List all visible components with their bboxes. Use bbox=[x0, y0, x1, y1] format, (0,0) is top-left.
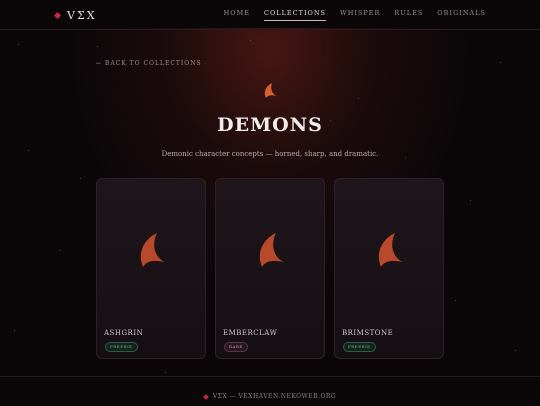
status-badge: FREEBIE bbox=[105, 342, 138, 352]
nav-links: HOME COLLECTIONS WHISPER RULES ORIGINALS bbox=[210, 9, 486, 21]
horn-icon bbox=[378, 233, 403, 267]
horn-icon bbox=[140, 233, 165, 267]
footer-line: VΣX — VEXHAVEN.NEKOWEB.ORG bbox=[0, 393, 540, 400]
nav-link-whisper[interactable]: WHISPER bbox=[340, 9, 380, 21]
page-subtitle: Demonic character concepts — horned, sha… bbox=[161, 150, 379, 158]
footer: VΣX — VEXHAVEN.NEKOWEB.ORG bbox=[0, 376, 540, 406]
horn-icon bbox=[264, 83, 277, 98]
back-to-collections-link[interactable]: ← BACK TO COLLECTIONS bbox=[96, 60, 202, 67]
diamond-icon bbox=[202, 393, 209, 400]
card-title: EMBERCLAW bbox=[223, 329, 278, 337]
character-card-ashgrin[interactable]: ASHGRIN FREEBIE bbox=[96, 178, 206, 359]
nav-link-home[interactable]: HOME bbox=[224, 9, 250, 21]
card-title: BRIMSTONE bbox=[342, 329, 394, 337]
top-nav: VΣX HOME COLLECTIONS WHISPER RULES ORIGI… bbox=[0, 0, 540, 30]
nav-link-rules[interactable]: RULES bbox=[394, 9, 423, 21]
card-title: ASHGRIN bbox=[104, 329, 144, 337]
page-title: DEMONS bbox=[217, 114, 323, 136]
brand-name: VΣX bbox=[67, 8, 97, 22]
status-badge: FREEBIE bbox=[343, 342, 376, 352]
horn-icon bbox=[259, 233, 284, 267]
brand-logo[interactable]: VΣX bbox=[53, 8, 97, 22]
character-card-emberclaw[interactable]: EMBERCLAW RARE bbox=[215, 178, 325, 359]
nav-link-collections[interactable]: COLLECTIONS bbox=[263, 9, 327, 21]
status-badge: RARE bbox=[224, 342, 248, 352]
character-card-brimstone[interactable]: BRIMSTONE FREEBIE bbox=[334, 178, 444, 359]
nav-link-originals[interactable]: ORIGINALS bbox=[437, 9, 486, 21]
diamond-icon bbox=[53, 11, 62, 19]
footer-text[interactable]: VΣX — VEXHAVEN.NEKOWEB.ORG bbox=[213, 393, 336, 400]
